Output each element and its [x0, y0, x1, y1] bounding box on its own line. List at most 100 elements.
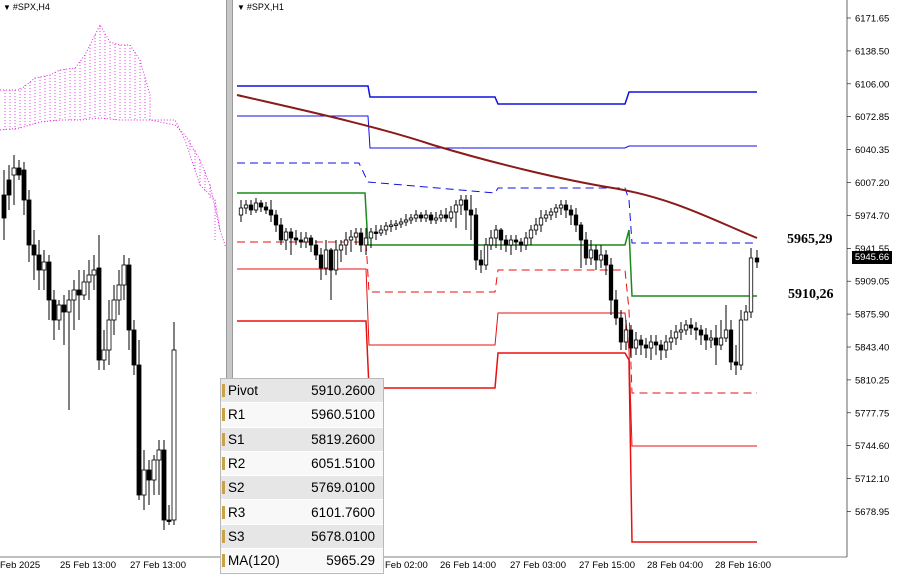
candle-body [243, 204, 249, 209]
candle-body [653, 341, 659, 346]
level-value: 5819.2600 [311, 431, 375, 447]
candle-body [313, 244, 319, 256]
candle-body [513, 239, 519, 243]
candle-body [483, 244, 489, 266]
price-axis-label: 6007.20 [855, 178, 889, 189]
candle-body [388, 224, 394, 227]
ma-value-annotation: 5965,29 [787, 232, 833, 247]
candle-body [723, 329, 729, 339]
candle-body [538, 217, 544, 226]
candle-body [703, 334, 709, 341]
candle-body [673, 331, 679, 339]
h4-time-label: Feb 2025 [0, 560, 40, 571]
level-name: R2 [228, 456, 246, 472]
candle-body [543, 214, 549, 219]
candle-body [171, 349, 177, 521]
candle-body [413, 214, 419, 219]
candle-body [348, 236, 354, 241]
candle-body [36, 254, 42, 271]
candle-body [106, 319, 112, 351]
candle-body [6, 179, 12, 196]
candle-body [66, 299, 72, 313]
candle-body [338, 244, 344, 251]
candle-body [438, 214, 444, 219]
candle-body [278, 224, 284, 241]
candle-body [161, 449, 167, 521]
level-name: Pivot [228, 383, 259, 399]
candle-body [468, 209, 474, 216]
candle-body [146, 469, 152, 481]
candle-body [533, 224, 539, 231]
price-axis-label: 5875.90 [855, 310, 889, 321]
candle-body [156, 449, 162, 461]
candle-body [728, 329, 734, 363]
level-value: 5965.29 [326, 553, 375, 569]
candle-body [368, 231, 374, 239]
candle-body [81, 281, 87, 296]
candle-body [458, 199, 464, 206]
candle-body [428, 214, 434, 221]
candle-body [588, 249, 594, 259]
candle-body [748, 257, 754, 313]
candle-body [141, 469, 147, 496]
h4-chart-pane[interactable]: ▼ #SPX,H4 Feb 2025 25 Feb 13:00 27 Feb 1… [0, 0, 226, 572]
candle-body [358, 232, 364, 246]
candle-body [363, 237, 369, 246]
h1-time-label: 28 Feb 04:00 [647, 560, 703, 571]
price-axis-label: 6106.00 [855, 79, 889, 90]
candle-body [688, 324, 694, 329]
price-axis: 6171.65 6138.50 6106.00 6072.85 6040.35 6007.… [846, 0, 889, 557]
price-axis-label: 5909.05 [855, 277, 889, 288]
level-value: 5910.2600 [311, 383, 375, 399]
candle-body [126, 264, 132, 331]
candle-body [558, 204, 564, 209]
candle-body [743, 311, 749, 321]
level-name: R1 [228, 407, 246, 423]
candle-body [613, 299, 619, 319]
r2-line [237, 115, 757, 149]
table-row: Pivot 5910.2600 [221, 379, 383, 404]
price-axis-label: 6072.85 [855, 112, 889, 123]
candle-body [408, 217, 414, 221]
candle-body [423, 214, 429, 219]
h4-chart-canvas[interactable]: Feb 2025 25 Feb 13:00 27 Feb 13:00 [0, 0, 226, 572]
candle-body [253, 202, 259, 211]
candle-body [583, 239, 589, 259]
candle-body [603, 254, 609, 266]
h4-time-label: 25 Feb 13:00 [60, 560, 116, 571]
candle-body [51, 299, 57, 321]
candle-body [273, 214, 279, 226]
candle-body [288, 231, 294, 239]
price-axis-label: 5810.25 [855, 375, 889, 386]
level-name: R3 [228, 504, 246, 520]
candle-body [578, 224, 584, 241]
candle-body [488, 237, 494, 246]
candle-body [323, 249, 329, 269]
candle-body [121, 264, 127, 286]
price-axis-label: 6138.50 [855, 46, 889, 57]
candle-body [553, 207, 559, 213]
candle-body [693, 327, 699, 331]
candle-body [398, 221, 404, 225]
row-marker-icon [222, 554, 225, 568]
candle-body [1, 194, 7, 219]
level-value: 6051.5100 [311, 456, 375, 472]
candle-body [593, 249, 599, 261]
candle-body [598, 254, 604, 261]
candle-body [263, 206, 269, 211]
candle-body [643, 344, 649, 349]
current-price-tag: 5945.66 [852, 251, 892, 264]
row-marker-icon [222, 505, 225, 519]
candle-body [258, 202, 264, 208]
candle-body [101, 349, 107, 361]
price-axis-label: 5712.10 [855, 474, 889, 485]
candle-body [383, 225, 389, 231]
candle-body [713, 337, 719, 346]
h1-candles [238, 195, 760, 375]
candle-body [131, 329, 137, 366]
candle-body [46, 261, 52, 301]
candle-body [298, 239, 304, 243]
candle-body [663, 341, 669, 351]
level-name: MA(120) [228, 553, 280, 569]
candle-body [56, 304, 62, 321]
